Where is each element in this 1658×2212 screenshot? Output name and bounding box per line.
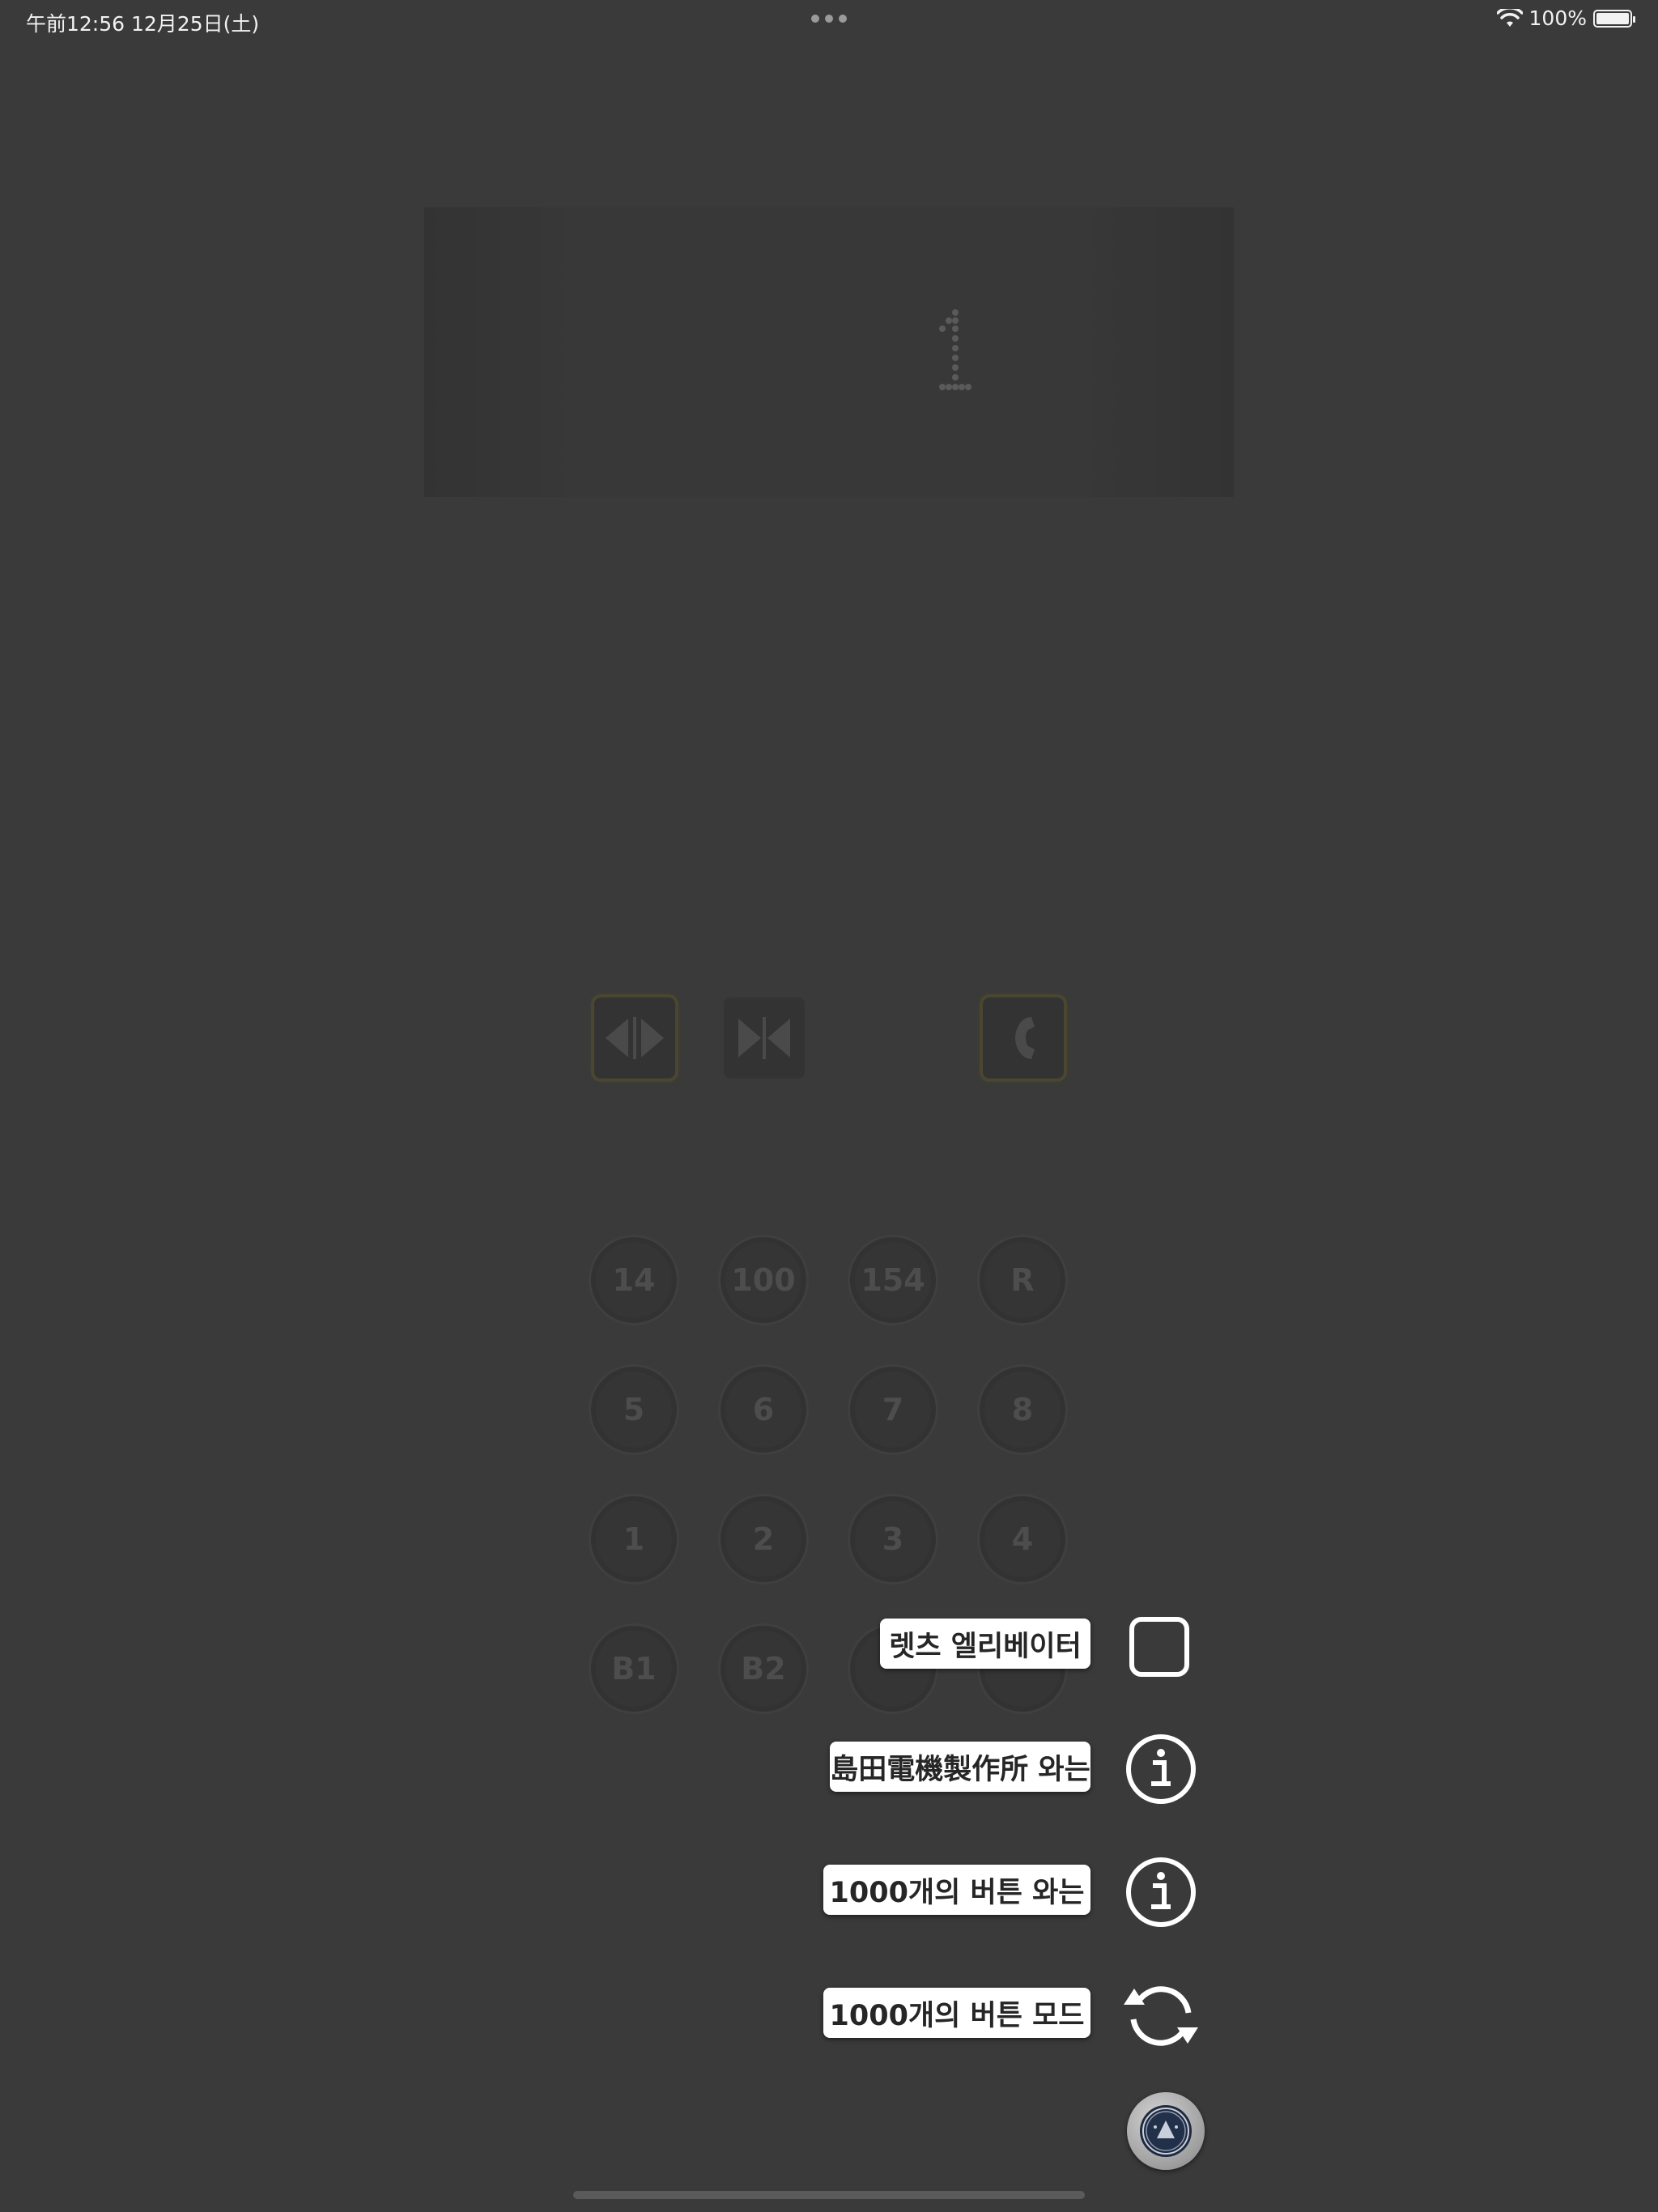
info-icon[interactable] — [1125, 1733, 1197, 1805]
floor-button[interactable]: 8 — [977, 1364, 1068, 1455]
floor-button[interactable]: B2 — [718, 1623, 809, 1714]
floor-button[interactable]: 1 — [589, 1494, 679, 1585]
door-open-button[interactable] — [594, 998, 675, 1078]
floor-indicator: 1 — [933, 308, 971, 390]
home-indicator[interactable] — [573, 2191, 1085, 2199]
menu-item-1000-buttons-about[interactable]: 1000개의 버튼 와는 — [823, 1865, 1090, 1915]
status-bar: 午前12:56 12月25日(土) 100% — [0, 0, 1658, 39]
battery-icon — [1593, 9, 1635, 28]
floor-button[interactable]: 6 — [718, 1364, 809, 1455]
floor-button[interactable]: 5 — [589, 1364, 679, 1455]
square-icon[interactable] — [1127, 1614, 1192, 1679]
floor-button[interactable]: 2 — [718, 1494, 809, 1585]
multitasking-dots-icon[interactable] — [811, 15, 847, 23]
refresh-icon[interactable] — [1120, 1980, 1201, 2052]
floor-button[interactable]: B1 — [589, 1623, 679, 1714]
phone-icon — [1015, 1017, 1035, 1059]
menu-item-shimada-about[interactable]: 島田電機製作所 와는 — [830, 1742, 1090, 1792]
door-close-icon — [738, 1017, 790, 1059]
status-time-date: 午前12:56 12月25日(土) — [26, 12, 260, 36]
emergency-call-button[interactable] — [983, 998, 1064, 1078]
elevator-up-icon — [1140, 2105, 1192, 2157]
floor-button[interactable]: 154 — [848, 1235, 938, 1325]
floor-number: 1 — [933, 308, 941, 311]
battery-percent: 100% — [1528, 6, 1587, 30]
floor-display-panel — [424, 207, 1234, 497]
menu-item-lets-elevator[interactable]: 렛츠 엘리베이터 — [880, 1619, 1090, 1669]
floor-button[interactable]: 100 — [718, 1235, 809, 1325]
info-icon[interactable] — [1125, 1857, 1197, 1928]
floor-button[interactable]: 14 — [589, 1235, 679, 1325]
floor-button[interactable]: 7 — [848, 1364, 938, 1455]
door-open-icon — [606, 1017, 664, 1059]
floor-button[interactable]: 4 — [977, 1494, 1068, 1585]
door-close-button[interactable] — [724, 998, 805, 1078]
status-right: 100% — [1496, 6, 1635, 30]
floor-button[interactable]: 3 — [848, 1494, 938, 1585]
menu-item-1000-buttons-mode[interactable]: 1000개의 버튼 모드 — [823, 1988, 1090, 2038]
wifi-icon — [1496, 8, 1523, 27]
menu-toggle-button[interactable] — [1127, 2092, 1205, 2170]
floor-button[interactable]: R — [977, 1235, 1068, 1325]
